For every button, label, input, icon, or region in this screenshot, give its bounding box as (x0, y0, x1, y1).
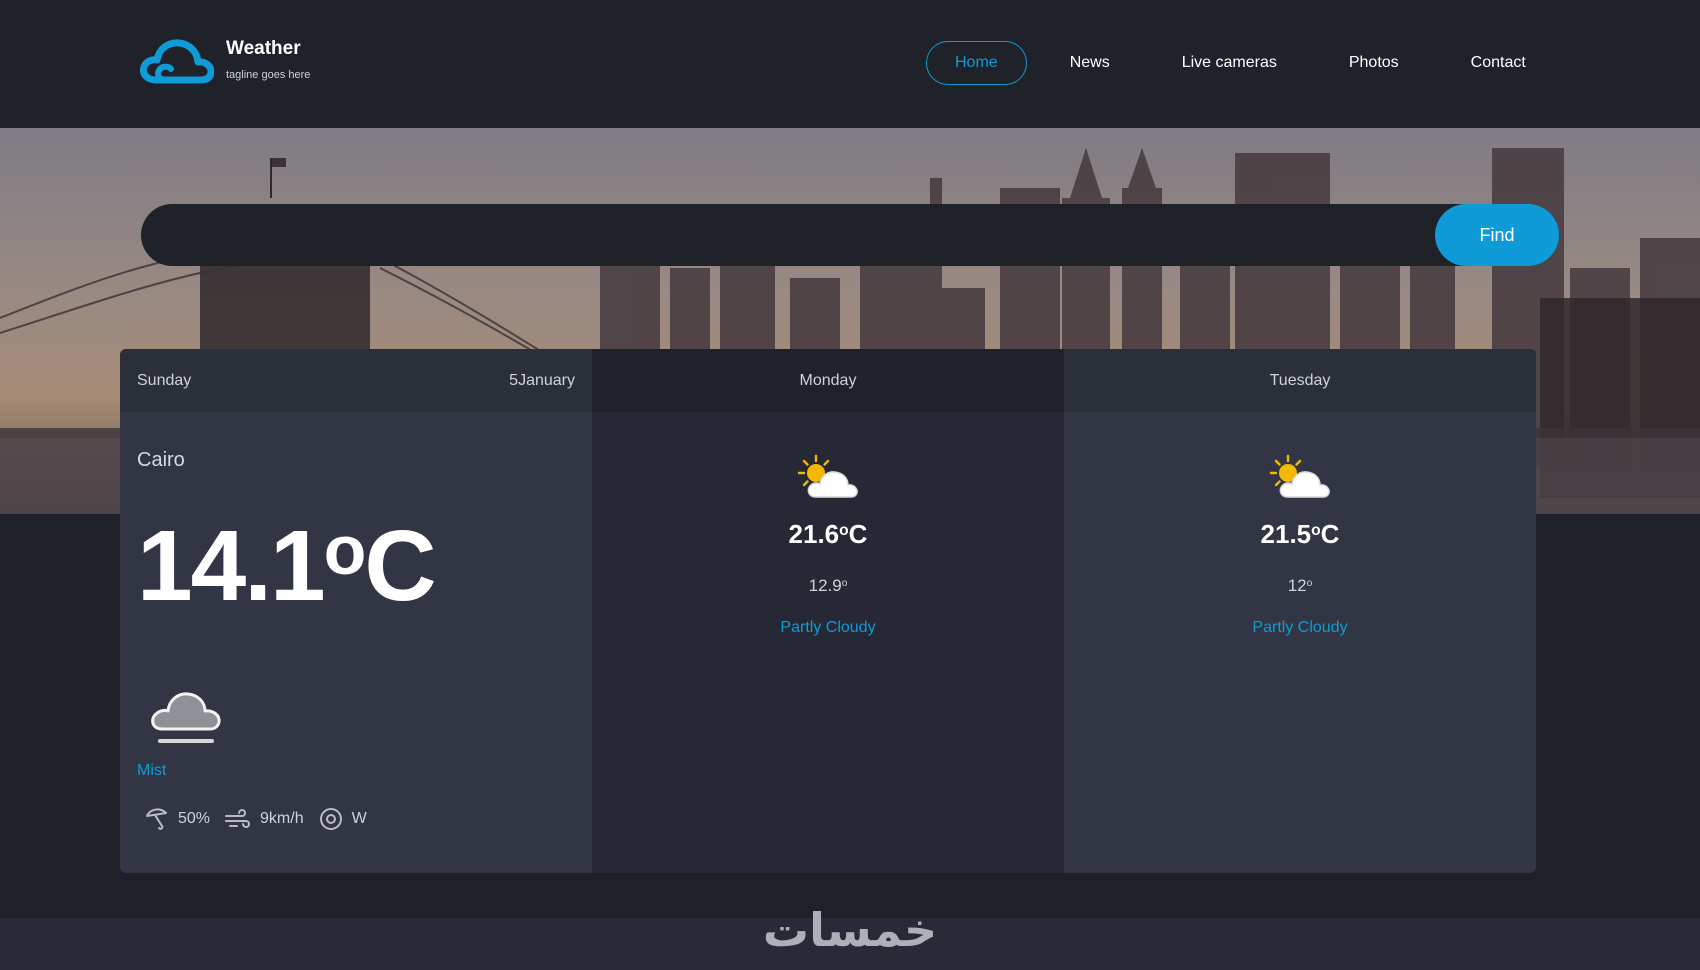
day-name: Tuesday (1269, 371, 1331, 389)
min-temperature: 12.9o (808, 576, 848, 595)
day-header: Tuesday (1064, 349, 1536, 412)
today-condition: Mist (137, 762, 167, 779)
wind-speed-stat: 9km/h (224, 806, 304, 832)
compass-icon (319, 808, 342, 830)
humidity-value: 50% (178, 810, 211, 827)
day-name: Monday (799, 371, 857, 389)
brand-tagline: tagline goes here (226, 69, 311, 81)
today-date: 5January (509, 371, 575, 389)
forecast-table: Sunday 5January Cairo 14.1oC Mist 50% 9k… (120, 349, 1536, 873)
wind-direction-stat: W (318, 806, 367, 832)
wind-direction-value: W (351, 810, 367, 827)
location-name: Cairo (137, 449, 185, 471)
condition-text: Partly Cloudy (780, 619, 876, 636)
main-nav: Home News Live cameras Photos Contact (926, 41, 1569, 85)
today-forecast: Sunday 5January Cairo 14.1oC Mist 50% 9k… (120, 349, 592, 873)
nav-photos[interactable]: Photos (1320, 41, 1428, 85)
condition-text: Partly Cloudy (1252, 619, 1348, 636)
cloud-logo-icon (140, 39, 214, 84)
brand-logo[interactable]: Weather tagline goes here (140, 36, 440, 96)
nav-news[interactable]: News (1041, 41, 1139, 85)
forecast-day-monday: Monday 21.6oC 12.9o Partly Cloudy (592, 349, 1064, 873)
svg-text:خمسات: خمسات (763, 903, 937, 956)
search-input[interactable] (165, 214, 1445, 256)
site-header: Weather tagline goes here Home News Live… (0, 0, 1700, 128)
nav-contact[interactable]: Contact (1442, 41, 1555, 85)
humidity-stat: 50% (144, 806, 210, 832)
umbrella-icon (146, 808, 167, 830)
nav-live-cameras[interactable]: Live cameras (1153, 41, 1306, 85)
search-bar: Find (141, 204, 1559, 266)
forecast-day-tuesday: Tuesday 21.5oC 12o Partly Cloudy (1064, 349, 1536, 873)
current-temperature: 14.1oC (137, 510, 437, 622)
wind-speed-value: 9km/h (260, 810, 304, 827)
today-day: Sunday (137, 371, 192, 389)
partly-cloudy-icon (1269, 454, 1330, 498)
max-temperature: 21.5oC (1260, 519, 1340, 549)
nav-home[interactable]: Home (926, 41, 1027, 85)
today-header: Sunday 5January (120, 349, 592, 412)
min-temperature: 12o (1287, 576, 1313, 595)
wind-icon (225, 808, 251, 829)
watermark-logo: خمسات (763, 903, 937, 956)
find-button[interactable]: Find (1435, 204, 1559, 266)
brand-name: Weather (226, 38, 301, 59)
mist-cloud-icon (151, 692, 221, 743)
day-header: Monday (592, 349, 1064, 412)
max-temperature: 21.6oC (788, 519, 868, 549)
partly-cloudy-icon (797, 454, 858, 498)
today-stats: 50% 9km/h W (144, 806, 381, 832)
